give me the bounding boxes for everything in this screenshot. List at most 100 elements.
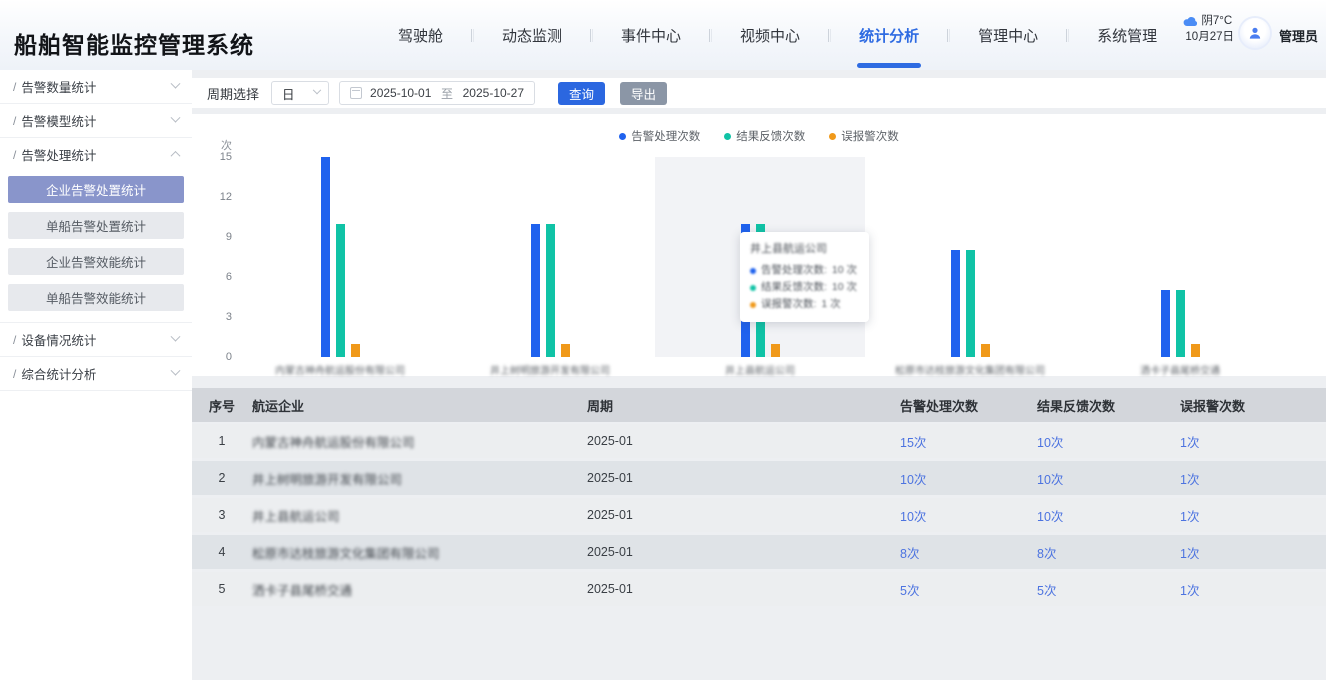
x-axis-label-1: 内蒙古神舟航运股份有限公司 (240, 362, 440, 377)
y-axis-tick: 3 (206, 311, 232, 323)
row-index-cell: 5 (192, 582, 252, 596)
nav-item-5[interactable]: 统计分析 (833, 0, 945, 70)
feedback-count-link[interactable]: 10次 (1037, 506, 1180, 525)
table-row: 4松原市达枝旅游文化集团有限公司2025-018次8次1次 (192, 535, 1326, 569)
bar-误报警次数-group-4[interactable] (981, 344, 990, 357)
calendar-icon (350, 87, 362, 99)
nav-item-6[interactable]: 管理中心 (952, 0, 1064, 70)
tooltip-series-dot (750, 302, 756, 308)
period-select[interactable]: 日 (271, 81, 329, 105)
sidebar-item-label: 告警模型统计 (21, 111, 172, 130)
user-name[interactable]: 管理员 (1279, 26, 1318, 45)
feedback-count-link[interactable]: 10次 (1037, 469, 1180, 488)
bar-告警处理次数-group-4[interactable] (951, 250, 960, 357)
bar-告警处理次数-group-2[interactable] (531, 224, 540, 357)
user-avatar[interactable] (1240, 18, 1270, 48)
bar-结果反馈次数-group-5[interactable] (1176, 290, 1185, 357)
chevron-down-icon[interactable] (171, 79, 181, 89)
sidebar-item-2[interactable]: /告警模型统计 (0, 104, 192, 137)
weather-date: 10月27日 (1183, 29, 1234, 45)
main-nav: 驾驶舱动态监测事件中心视频中心统计分析管理中心系统管理 (372, 0, 1183, 70)
nav-divider (590, 29, 593, 42)
bar-误报警次数-group-2[interactable] (561, 344, 570, 357)
nav-item-2[interactable]: 动态监测 (476, 0, 588, 70)
bar-误报警次数-group-3[interactable] (771, 344, 780, 357)
slash-prefix: / (13, 333, 16, 347)
date-start-value[interactable]: 2025-10-01 (370, 86, 431, 100)
handled-count-link[interactable]: 8次 (900, 543, 1037, 562)
bar-结果反馈次数-group-2[interactable] (546, 224, 555, 357)
sidebar: /告警数量统计/告警模型统计/告警处理统计企业告警处置统计单船告警处置统计企业告… (0, 70, 192, 699)
feedback-count-link[interactable]: 8次 (1037, 543, 1180, 562)
chevron-down-icon[interactable] (171, 366, 181, 376)
tooltip-series-label: 告警处理次数: (761, 262, 827, 279)
nav-divider (828, 29, 831, 42)
bar-误报警次数-group-5[interactable] (1191, 344, 1200, 357)
query-button[interactable]: 查询 (558, 82, 605, 105)
false-alarm-count-link[interactable]: 1次 (1180, 506, 1326, 525)
feedback-count-link[interactable]: 5次 (1037, 580, 1180, 599)
period-cell: 2025-01 (587, 434, 900, 448)
feedback-count-link[interactable]: 10次 (1037, 432, 1180, 451)
sidebar-item-3[interactable]: /告警处理统计 (0, 138, 192, 171)
tooltip-series-dot (750, 268, 756, 274)
bar-告警处理次数-group-1[interactable] (321, 157, 330, 357)
sidebar-group-5: /综合统计分析 (0, 357, 192, 391)
sidebar-group-4: / 设备情况统计 (0, 323, 192, 357)
sidebar-subitem-1[interactable]: 企业告警处置统计 (8, 176, 184, 203)
tooltip-row-2: 结果反馈次数: 10 次 (750, 279, 857, 296)
period-select-label: 周期选择 (207, 84, 259, 103)
chevron-up-icon[interactable] (171, 151, 181, 161)
sidebar-subitem-2[interactable]: 单船告警处置统计 (8, 212, 184, 239)
nav-item-7[interactable]: 系统管理 (1071, 0, 1183, 70)
chevron-down-icon[interactable] (171, 332, 181, 342)
bar-结果反馈次数-group-4[interactable] (966, 250, 975, 357)
y-axis-tick: 9 (206, 231, 232, 243)
sidebar-item-1[interactable]: /告警数量统计 (0, 70, 192, 103)
bar-告警处理次数-group-5[interactable] (1161, 290, 1170, 357)
export-button[interactable]: 导出 (620, 82, 667, 105)
false-alarm-count-link[interactable]: 1次 (1180, 469, 1326, 488)
x-axis-label-4: 松原市达枝旅游文化集团有限公司 (870, 362, 1070, 377)
company-cell: 洒卡子县尾桥交通 (252, 580, 587, 599)
nav-item-4[interactable]: 视频中心 (714, 0, 826, 70)
false-alarm-count-link[interactable]: 1次 (1180, 580, 1326, 599)
handled-count-link[interactable]: 5次 (900, 580, 1037, 599)
sidebar-item-4[interactable]: / 设备情况统计 (0, 323, 192, 356)
x-axis-label-5: 洒卡子县尾桥交通 (1080, 362, 1280, 377)
date-range-picker[interactable]: 2025-10-01 至 2025-10-27 (339, 81, 535, 105)
app-header: 船舶智能监控管理系统 驾驶舱动态监测事件中心视频中心统计分析管理中心系统管理 阴… (0, 0, 1326, 70)
nav-item-3[interactable]: 事件中心 (595, 0, 707, 70)
date-end-value[interactable]: 2025-10-27 (463, 86, 524, 100)
sidebar-subitem-4[interactable]: 单船告警效能统计 (8, 284, 184, 311)
handled-count-link[interactable]: 10次 (900, 469, 1037, 488)
y-axis-tick: 6 (206, 271, 232, 283)
bar-误报警次数-group-1[interactable] (351, 344, 360, 357)
handled-count-link[interactable]: 15次 (900, 432, 1037, 451)
slash-prefix: / (13, 367, 16, 381)
period-cell: 2025-01 (587, 545, 900, 559)
bar-结果反馈次数-group-1[interactable] (336, 224, 345, 357)
sidebar-item-5[interactable]: /综合统计分析 (0, 357, 192, 390)
slash-prefix: / (13, 148, 16, 162)
table-header-cell-4: 告警处理次数 (900, 396, 1037, 415)
chevron-down-icon[interactable] (171, 113, 181, 123)
row-index-cell: 4 (192, 545, 252, 559)
false-alarm-count-link[interactable]: 1次 (1180, 543, 1326, 562)
false-alarm-count-link[interactable]: 1次 (1180, 432, 1326, 451)
nav-item-1[interactable]: 驾驶舱 (372, 0, 469, 70)
weather-condition: 阴7°C (1201, 13, 1232, 29)
cloud-icon (1183, 16, 1198, 27)
handled-count-link[interactable]: 10次 (900, 506, 1037, 525)
y-axis-tick: 0 (206, 351, 232, 363)
tooltip-title: 井上县航运公司 (750, 240, 857, 256)
period-cell: 2025-01 (587, 508, 900, 522)
sidebar-group-2: /告警模型统计 (0, 104, 192, 138)
sidebar-subitem-3[interactable]: 企业告警效能统计 (8, 248, 184, 275)
chart-tooltip: 井上县航运公司 告警处理次数: 10 次结果反馈次数: 10 次误报警次数: 1… (740, 232, 869, 322)
row-index-cell: 2 (192, 471, 252, 485)
person-icon (1247, 25, 1263, 41)
sidebar-item-label: 设备情况统计 (21, 330, 172, 349)
tooltip-series-label: 误报警次数: (761, 296, 816, 313)
x-axis-label-3: 井上县航运公司 (660, 362, 860, 377)
